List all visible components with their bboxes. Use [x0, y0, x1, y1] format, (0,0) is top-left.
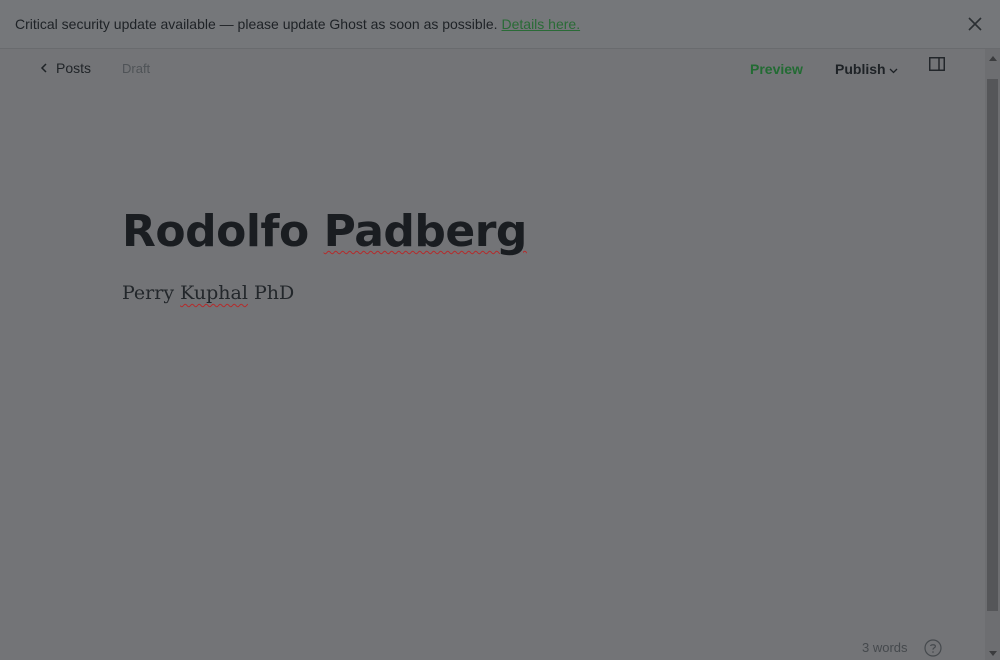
body-word: PhD	[254, 282, 295, 304]
body-word-misspelled: Kuphal	[180, 282, 248, 304]
scrollbar-thumb[interactable]	[987, 79, 998, 611]
chevron-left-icon	[40, 63, 47, 73]
publish-button[interactable]: Publish	[835, 61, 898, 77]
back-to-posts-button[interactable]: Posts	[40, 60, 91, 76]
editor-topbar: Posts Draft Preview Publish	[0, 50, 985, 86]
security-update-banner: Critical security update available — ple…	[0, 0, 1000, 49]
sidebar-toggle-icon[interactable]	[929, 57, 945, 71]
title-word-misspelled: Padberg	[323, 206, 528, 257]
post-status: Draft	[122, 61, 151, 76]
preview-button[interactable]: Preview	[750, 61, 803, 77]
scroll-down-arrow-icon[interactable]	[989, 651, 997, 656]
chevron-down-icon	[889, 68, 898, 74]
post-title[interactable]: Rodolfo Padberg	[122, 206, 527, 257]
banner-message: Critical security update available — ple…	[15, 16, 498, 32]
close-icon[interactable]	[967, 16, 983, 32]
post-body[interactable]: Perry Kuphal PhD	[122, 282, 294, 304]
publish-label: Publish	[835, 61, 886, 77]
back-label: Posts	[56, 60, 92, 76]
vertical-scrollbar[interactable]	[985, 49, 1000, 660]
title-word: Rodolfo	[122, 206, 309, 257]
help-icon[interactable]	[924, 639, 942, 657]
word-count: 3 words	[862, 640, 908, 655]
scroll-up-arrow-icon[interactable]	[989, 56, 997, 61]
post-editor: Posts Draft Preview Publish Rodolfo Padb…	[0, 50, 985, 660]
body-word: Perry	[122, 282, 175, 304]
banner-details-link[interactable]: Details here.	[502, 16, 581, 32]
